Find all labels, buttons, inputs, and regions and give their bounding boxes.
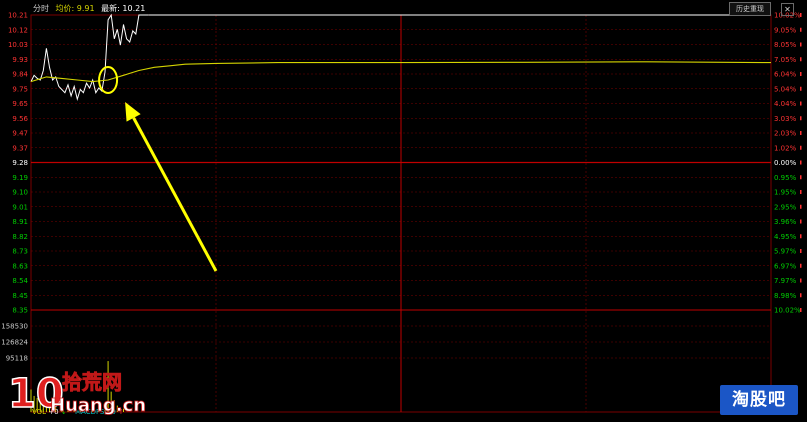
pct-tick-label: 1.95% [774,189,797,197]
history-replay-button[interactable]: 历史重现 [729,2,771,16]
price-tick-label: 8.45 [12,292,28,300]
price-tick-label: 9.84 [12,71,28,79]
right-tick-mark [800,57,802,62]
pct-tick-label: 5.97% [774,248,797,256]
time-label: 分时 [33,4,49,13]
price-tick-label: 9.28 [12,159,28,167]
pct-tick-label: 5.04% [774,85,797,93]
pct-tick-label: 8.05% [774,41,797,49]
right-tick-mark [800,190,802,194]
price-tick-label: 9.37 [12,144,28,152]
shihuang-watermark-logo: 10 拾荒网 Huang.cn [7,370,146,417]
right-tick-mark [800,293,802,298]
right-tick-mark [800,175,802,180]
right-tick-mark [800,42,802,47]
right-tick-mark [800,308,802,312]
right-tick-mark [800,263,802,268]
right-tick-mark [800,116,802,121]
price-tick-label: 8.63 [12,262,28,270]
right-tick-mark [800,160,802,165]
price-tick-label: 8.91 [12,218,28,226]
annotation-layer [98,66,218,272]
pct-tick-label: 6.97% [774,262,797,270]
pct-tick-label: 9.05% [774,26,797,34]
pct-tick-label: 3.96% [774,218,797,226]
annotation-arrow-shaft [132,117,218,272]
pct-tick-label: 4.95% [774,233,797,241]
latest-price-label: 最新: 10.21 [101,4,146,13]
avg-price-label: 均价: 9.91 [55,4,95,13]
watermark-latin: Huang.cn [50,395,146,416]
watermark-chinese: 拾荒网 [62,370,122,394]
price-tick-label: 9.47 [12,130,28,138]
right-tick-mark [800,145,802,150]
price-tick-label: 9.01 [12,203,28,211]
price-line [30,13,149,101]
pct-tick-label: 6.04% [774,71,797,79]
pct-tick-label: 3.03% [774,115,797,123]
price-tick-label: 9.56 [12,115,28,123]
pct-tick-label: 1.02% [774,144,797,152]
right-tick-mark [800,234,802,239]
pct-tick-label: 7.97% [774,277,797,285]
right-tick-mark [800,72,802,76]
close-icon[interactable]: ✕ [781,3,794,16]
price-tick-label: 9.65 [12,100,28,108]
price-tick-label: 9.93 [12,56,28,64]
price-tick-label: 8.82 [12,233,28,241]
stock-chart-window: 10.21 10.02% 10.12 9.05% 10.03 8.05% 9.93 7.05%… [0,0,807,422]
right-tick-mark [800,86,802,91]
intraday-chart: 10.21 10.02% 10.12 9.05% 10.03 8.05% 9.93 7.05%… [1,12,802,413]
grid-layer [30,14,772,413]
pct-tick-label: 0.00% [774,159,797,167]
volume-tick-label: 95118 [6,355,28,363]
price-tick-label: 8.73 [12,248,28,256]
price-tick-label: 9.10 [12,189,28,197]
price-tick-label: 10.12 [8,26,28,34]
volume-tick-label: 126824 [1,339,28,347]
pct-tick-label: 8.98% [774,292,797,300]
info-bar: 分时 均价: 9.91 最新: 10.21 [33,3,149,14]
pct-tick-label: 10.02% [774,307,801,315]
price-tick-label: 9.19 [12,174,28,182]
pct-tick-label: 2.95% [774,203,797,211]
pct-tick-label: 2.03% [774,130,797,138]
right-tick-mark [800,219,802,224]
right-tick-mark [800,101,802,106]
right-tick-mark [800,249,802,253]
pct-tick-label: 0.95% [774,174,797,182]
right-tick-mark [800,131,802,135]
volume-tick-label: 158530 [1,323,28,331]
pct-tick-label: 4.04% [774,100,797,108]
taoguba-watermark-logo: 淘股吧 [720,385,798,415]
price-tick-label: 10.03 [8,41,28,49]
right-tick-mark [800,27,802,32]
price-tick-label: 8.54 [12,277,28,285]
right-tick-mark [800,204,802,209]
pct-tick-label: 7.05% [774,56,797,64]
right-tick-mark [800,278,802,283]
price-tick-label: 9.75 [12,85,28,93]
right-tick-mark [800,13,802,17]
price-tick-label: 8.35 [12,307,28,315]
price-tick-label: 10.21 [8,12,28,20]
